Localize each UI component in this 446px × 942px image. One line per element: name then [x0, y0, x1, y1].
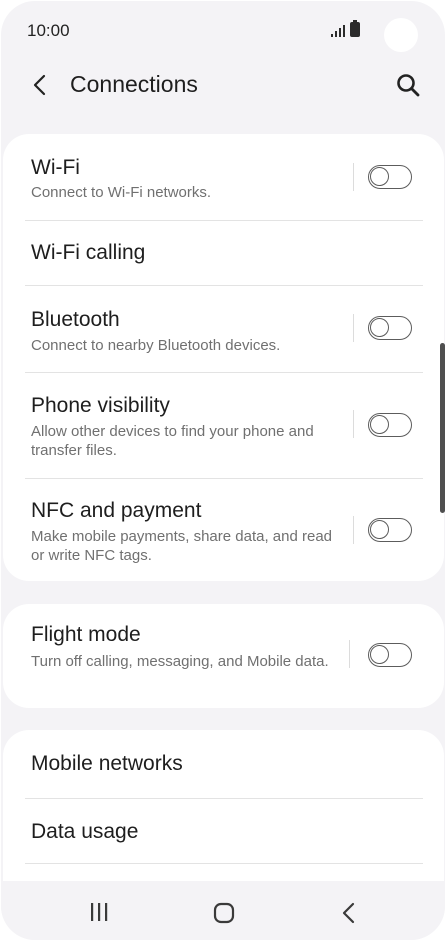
flight-mode-description: Turn off calling, messaging, and Mobile …: [31, 653, 329, 670]
battery-icon: [350, 20, 360, 37]
recent-apps-icon[interactable]: [89, 901, 109, 923]
scrollbar[interactable]: [440, 343, 445, 513]
phone-visibility-row[interactable]: Phone visibility Allow other devices to …: [3, 373, 444, 478]
phone-visibility-toggle[interactable]: [368, 413, 412, 437]
toggle-knob: [370, 520, 389, 539]
wifi-description: Connect to Wi-Fi networks.: [31, 184, 212, 201]
app-bar: Connections: [1, 61, 445, 111]
divider: [353, 314, 354, 342]
mobile-networks-row[interactable]: Mobile networks: [3, 730, 444, 798]
camera-cutout: [384, 18, 418, 52]
phone-screen: 10:00 Connections Wi-Fi Connect to Wi-Fi…: [1, 1, 445, 940]
settings-group-flight: Flight mode Turn off calling, messaging,…: [3, 604, 444, 708]
signal-icon: [331, 25, 345, 37]
flight-mode-label: Flight mode: [31, 623, 141, 646]
flight-mode-toggle[interactable]: [368, 643, 412, 667]
home-icon[interactable]: [212, 901, 236, 925]
page-title: Connections: [70, 71, 198, 97]
flight-mode-row[interactable]: Flight mode Turn off calling, messaging,…: [3, 604, 444, 708]
back-nav-icon[interactable]: [339, 901, 359, 925]
wifi-calling-row[interactable]: Wi-Fi calling: [3, 221, 444, 285]
divider: [353, 410, 354, 438]
nfc-toggle[interactable]: [368, 518, 412, 542]
toggle-knob: [370, 167, 389, 186]
phone-visibility-label: Phone visibility: [31, 394, 170, 417]
toggle-knob: [370, 318, 389, 337]
wifi-calling-label: Wi-Fi calling: [31, 241, 146, 264]
mobile-networks-label: Mobile networks: [31, 752, 183, 775]
toggle-knob: [370, 415, 389, 434]
divider: [349, 640, 350, 668]
bluetooth-label: Bluetooth: [31, 308, 120, 331]
divider: [353, 163, 354, 191]
status-bar: 10:00: [1, 1, 445, 61]
wifi-row[interactable]: Wi-Fi Connect to Wi-Fi networks.: [3, 134, 444, 220]
nfc-description: Make mobile payments, share data, and re…: [31, 528, 333, 564]
bluetooth-row[interactable]: Bluetooth Connect to nearby Bluetooth de…: [3, 286, 444, 372]
data-usage-label: Data usage: [31, 820, 139, 843]
settings-group-connections: Wi-Fi Connect to Wi-Fi networks. Wi-Fi c…: [3, 134, 444, 581]
navigation-bar: [1, 881, 445, 940]
nfc-label: NFC and payment: [31, 499, 202, 522]
divider: [353, 516, 354, 544]
bluetooth-toggle[interactable]: [368, 316, 412, 340]
toggle-knob: [370, 645, 389, 664]
bluetooth-description: Connect to nearby Bluetooth devices.: [31, 337, 281, 354]
nfc-row[interactable]: NFC and payment Make mobile payments, sh…: [3, 479, 444, 581]
data-usage-row[interactable]: Data usage: [3, 799, 444, 863]
status-time: 10:00: [27, 21, 70, 40]
search-icon[interactable]: [395, 72, 421, 98]
divider: [25, 863, 423, 864]
settings-group-networks: Mobile networks Data usage: [3, 730, 444, 890]
phone-visibility-description: Allow other devices to find your phone a…: [31, 423, 314, 459]
back-arrow-icon[interactable]: [29, 73, 53, 97]
wifi-toggle[interactable]: [368, 165, 412, 189]
wifi-label: Wi-Fi: [31, 156, 80, 179]
